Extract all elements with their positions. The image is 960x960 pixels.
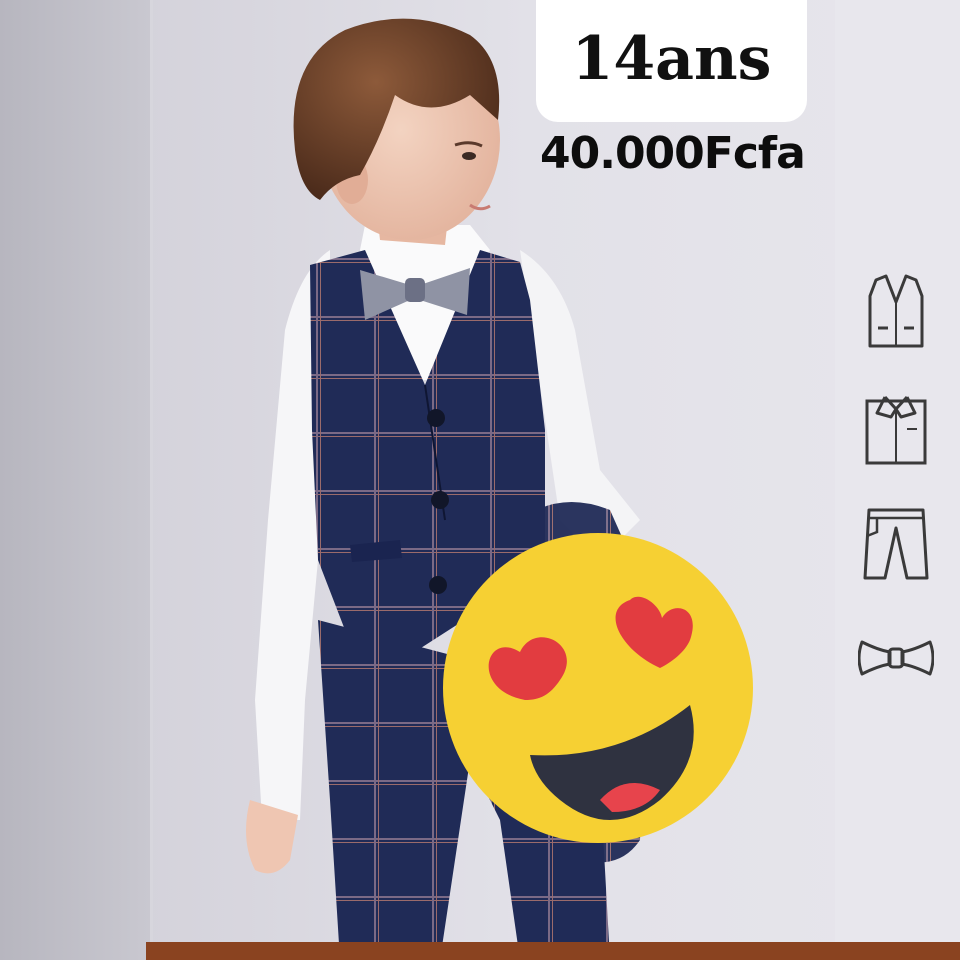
garment-icons (854, 270, 938, 700)
age-label: 14ans (571, 24, 772, 94)
shirt-icon (854, 388, 938, 472)
bottom-accent-strip (146, 942, 960, 960)
price-label: 40.000Fcfa (540, 128, 806, 179)
vest-icon (854, 270, 938, 354)
heart-eyes-emoji (443, 533, 753, 843)
bow-tie-icon (854, 616, 938, 700)
age-badge: 14ans (536, 0, 807, 122)
trousers-icon (854, 502, 938, 586)
